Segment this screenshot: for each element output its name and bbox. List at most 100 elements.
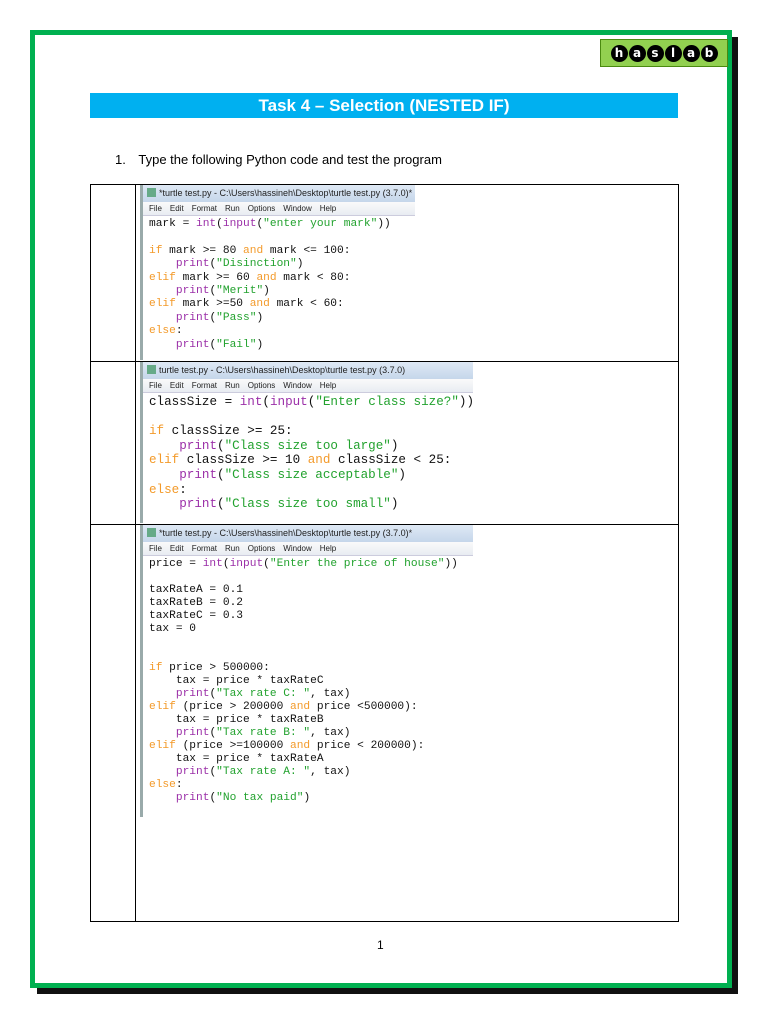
- menu-item: File: [149, 544, 162, 553]
- menu-item: Help: [319, 381, 337, 390]
- menu-item: Format: [191, 204, 218, 213]
- logo-letter: h: [610, 44, 628, 62]
- code-line: if mark >= 80 and mark <= 100:: [149, 245, 415, 258]
- code-token: )): [458, 395, 473, 409]
- idle-file-icon: [147, 365, 156, 374]
- code-token: elif: [149, 453, 180, 468]
- code-token: print: [175, 688, 210, 700]
- code-token: )): [377, 218, 391, 230]
- code-token: print: [175, 727, 210, 739]
- code-line: tax = 0: [149, 623, 473, 636]
- code-line: elif mark >=50 and mark < 60:: [149, 298, 415, 311]
- code-line: taxRateC = 0.3: [149, 610, 473, 623]
- window-title-bar: turtle test.py - C:\Users\hassineh\Deskt…: [143, 362, 473, 379]
- menu-item: Options: [247, 544, 276, 553]
- code-token: (: [216, 218, 223, 230]
- code-token: mark >= 80: [162, 244, 244, 257]
- logo-letter: s: [646, 44, 664, 62]
- code-line: print("Disinction"): [149, 258, 415, 271]
- table-cell: *turtle test.py - C:\Users\hassineh\Desk…: [135, 184, 679, 362]
- code-token: )): [444, 558, 458, 570]
- code-token: int: [239, 395, 263, 409]
- instruction: 1. Type the following Python code and te…: [115, 152, 442, 167]
- code-token: "No tax paid": [216, 792, 304, 804]
- code-token: ): [263, 284, 270, 297]
- code-token: mark >= 60: [175, 271, 257, 284]
- code-token: (price > 200000: [175, 701, 290, 713]
- menu-bar: File Edit Format Run Options Window Help: [143, 542, 473, 556]
- code-token: "Tax rate C: ": [216, 688, 311, 700]
- menu-item: File: [149, 204, 162, 213]
- menu-item: Window: [283, 204, 312, 213]
- code-line: print("Tax rate C: ", tax): [149, 688, 473, 701]
- code-token: (price >=100000: [175, 740, 290, 752]
- code-token: "Disinction": [216, 258, 297, 271]
- code-token: "Class size too small": [224, 497, 391, 512]
- menu-bar: File Edit Format Run Options Window Help: [143, 202, 415, 216]
- code-token: mark <= 100:: [263, 244, 351, 257]
- code-token: "Fail": [216, 338, 257, 351]
- code-token: if: [149, 244, 163, 257]
- code-token: if: [149, 424, 165, 439]
- code-token: tax = 0: [149, 623, 196, 635]
- code-token: input: [269, 395, 308, 409]
- table-row: *turtle test.py - C:\Users\hassineh\Desk…: [90, 184, 679, 362]
- code-line: taxRateA = 0.1: [149, 584, 473, 597]
- code-token: else: [149, 779, 176, 791]
- code-token: "Tax rate A: ": [216, 766, 311, 778]
- code-token: price < 200000):: [310, 740, 425, 752]
- code-token: if: [149, 662, 163, 674]
- idle-file-icon: [147, 188, 156, 197]
- code-token: (: [222, 558, 230, 570]
- menu-item: Edit: [169, 204, 184, 213]
- code-line: if classSize >= 25:: [149, 424, 473, 439]
- code-token: taxRateA = 0.1: [149, 584, 243, 596]
- code-line: elif mark >= 60 and mark < 80:: [149, 272, 415, 285]
- instruction-text: Type the following Python code and test …: [138, 152, 442, 167]
- code-line: print("Pass"): [149, 312, 415, 325]
- window-title: *turtle test.py - C:\Users\hassineh\Desk…: [159, 528, 413, 538]
- code-token: "Pass": [216, 311, 257, 324]
- code-line: if price > 500000:: [149, 662, 473, 675]
- code-token: classSize < 25:: [330, 453, 452, 468]
- code-token: print: [175, 284, 210, 297]
- code-token: tax = price * taxRateB: [149, 714, 324, 726]
- code-token: elif: [149, 701, 176, 713]
- code-token: mark >=50: [175, 298, 250, 311]
- logo-letter: a: [628, 44, 646, 62]
- code-line: classSize = int(input("Enter class size?…: [149, 395, 473, 410]
- code-block: classSize = int(input("Enter class size?…: [143, 393, 473, 516]
- menu-item: Help: [319, 544, 337, 553]
- menu-item: Edit: [169, 544, 184, 553]
- code-line: mark = int(input("enter your mark")): [149, 218, 415, 231]
- code-block: mark = int(input("enter your mark")) if m…: [143, 216, 415, 356]
- code-line: else:: [149, 325, 415, 338]
- code-token: tax = price * taxRateC: [149, 675, 324, 687]
- code-token: classSize =: [149, 395, 240, 409]
- code-token: "enter your mark": [263, 218, 378, 230]
- code-token: ): [256, 338, 264, 351]
- idle-screenshot-price: *turtle test.py - C:\Users\hassineh\Desk…: [140, 525, 473, 817]
- code-token: , tax): [310, 688, 351, 700]
- code-token: taxRateB = 0.2: [149, 597, 243, 609]
- code-line: else:: [149, 483, 473, 498]
- code-line: print("Class size too large"): [149, 439, 473, 454]
- code-token: print: [175, 792, 210, 804]
- code-token: classSize >= 25:: [164, 424, 293, 439]
- code-token: taxRateC = 0.3: [149, 610, 243, 622]
- menu-item: Run: [225, 544, 240, 553]
- code-token: "Enter the price of house": [269, 558, 445, 570]
- code-token: print: [175, 311, 210, 324]
- logo-letter: a: [682, 44, 700, 62]
